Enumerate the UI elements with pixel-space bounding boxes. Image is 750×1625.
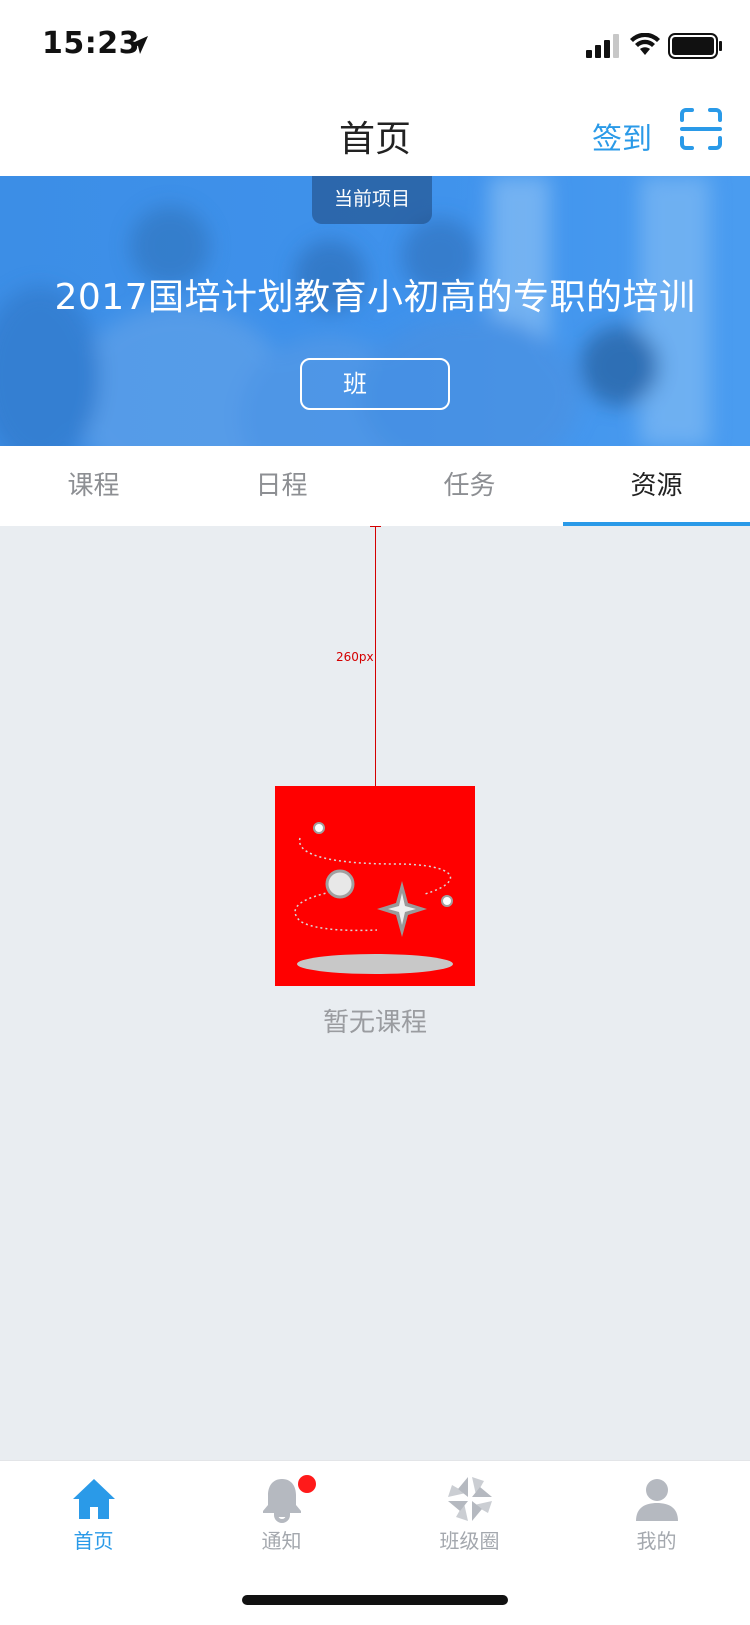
pinwheel-icon: [448, 1477, 492, 1521]
tabbar-label-class-circle: 班级圈: [439, 1529, 500, 1553]
tab-resources[interactable]: 资源: [563, 446, 750, 526]
user-icon: [636, 1479, 678, 1521]
nav-bar: 首页 签到: [0, 88, 750, 176]
home-indicator: [242, 1595, 508, 1605]
spacing-guide-label: 260px: [336, 650, 374, 664]
tab-schedule[interactable]: 日程: [188, 446, 375, 526]
status-time: 15:23: [42, 26, 140, 61]
section-tabs: 课程 日程 任务 资源: [0, 446, 750, 526]
tabbar-item-class-circle[interactable]: 班级圈: [376, 1461, 563, 1561]
class-select-button[interactable]: 班: [300, 358, 450, 410]
spacing-guide-line: [375, 526, 376, 786]
tab-courses[interactable]: 课程: [0, 446, 187, 526]
class-button-label: 班: [343, 370, 367, 398]
signal-icon: [586, 34, 619, 58]
notification-badge: [298, 1475, 316, 1493]
tabbar-label-notifications: 通知: [261, 1529, 302, 1553]
empty-space-illustration-icon: [275, 786, 475, 986]
wifi-icon: [630, 33, 660, 55]
checkin-button[interactable]: 签到: [592, 114, 652, 158]
status-bar: 15:23: [0, 0, 750, 88]
location-arrow-icon: [130, 36, 148, 54]
scan-icon[interactable]: [680, 108, 722, 150]
bottom-tab-bar: 首页 通知 班级圈 我的: [0, 1460, 750, 1625]
tabbar-label-me: 我的: [636, 1529, 677, 1553]
tabbar-item-me[interactable]: 我的: [563, 1461, 750, 1561]
tabbar-item-notifications[interactable]: 通知: [188, 1461, 375, 1561]
battery-icon: [668, 33, 722, 59]
resources-content: 260px 暂无课程: [0, 526, 750, 1460]
project-banner: 当前项目 2017国培计划教育小初高的专职的培训 班: [0, 176, 750, 446]
tab-tasks[interactable]: 任务: [376, 446, 563, 526]
home-icon: [73, 1479, 115, 1519]
tabbar-item-home[interactable]: 首页: [0, 1461, 187, 1561]
empty-state-text: 暂无课程: [322, 1008, 427, 1038]
project-title: 2017国培计划教育小初高的专职的培训: [54, 277, 696, 318]
tabbar-label-home: 首页: [73, 1529, 114, 1553]
current-project-tag: 当前项目: [312, 176, 432, 224]
